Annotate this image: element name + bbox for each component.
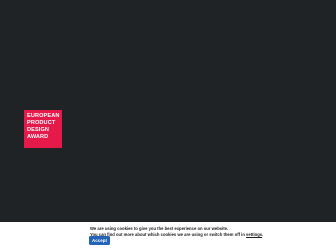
cookie-message-suffix: . <box>262 231 264 237</box>
award-logo-line: EUROPEAN <box>27 113 60 119</box>
cookie-banner: We are using cookies to give you the bes… <box>0 222 336 252</box>
cookie-settings-link[interactable]: settings <box>246 232 262 237</box>
cookie-message-prefix: You can find out more about which cookie… <box>90 231 247 237</box>
award-logo-line: DESIGN <box>27 127 50 133</box>
european-product-design-award-logo: EUROPEAN PRODUCT DESIGN AWARD <box>24 110 62 148</box>
award-logo-line: PRODUCT <box>27 120 56 126</box>
accept-cookies-button[interactable]: Accept <box>89 236 110 245</box>
award-logo-line: AWARD <box>27 134 49 140</box>
cookie-message-line-1: We are using cookies to give you the bes… <box>90 226 229 231</box>
cookie-message-line-2: You can find out more about which cookie… <box>90 232 263 237</box>
